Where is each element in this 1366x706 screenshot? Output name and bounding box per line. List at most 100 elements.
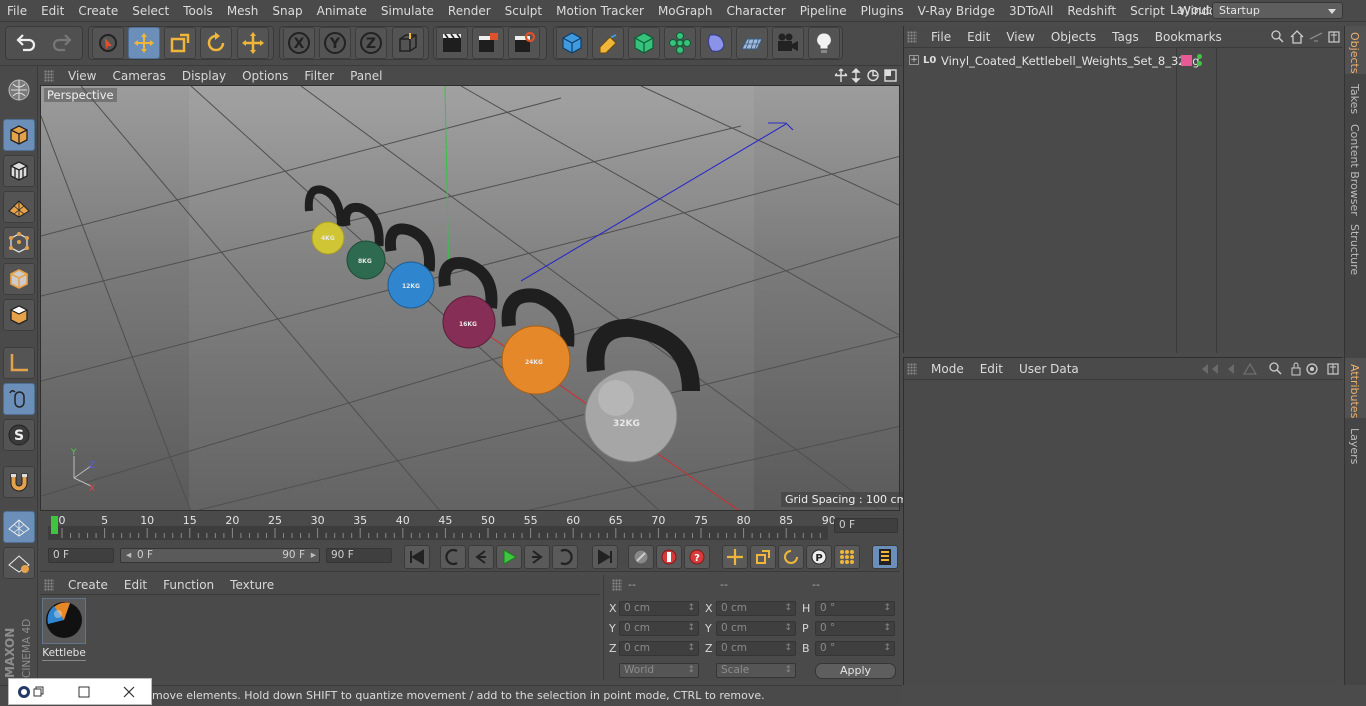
- menu-pipeline[interactable]: Pipeline: [793, 0, 854, 22]
- panel-grip[interactable]: [44, 578, 54, 591]
- maximize-icon[interactable]: [78, 686, 90, 698]
- panel-grip[interactable]: [44, 69, 54, 82]
- axis-mode-icon[interactable]: [3, 347, 35, 379]
- size-x-field[interactable]: 0 cm: [716, 601, 796, 616]
- tab-takes[interactable]: Takes: [1348, 84, 1361, 114]
- key-position-icon[interactable]: [722, 545, 748, 569]
- viewport-menu-view[interactable]: View: [60, 69, 104, 83]
- record-keys-icon[interactable]: [628, 545, 654, 569]
- restore-icon[interactable]: [33, 686, 45, 698]
- cube-icon[interactable]: [556, 27, 588, 59]
- menu-tools[interactable]: Tools: [176, 0, 220, 22]
- viewport-menu-panel[interactable]: Panel: [342, 69, 390, 83]
- menu-simulate[interactable]: Simulate: [374, 0, 441, 22]
- camera-icon[interactable]: [772, 27, 804, 59]
- y-axis-icon[interactable]: Y: [319, 27, 351, 59]
- size-y-field[interactable]: 0 cm: [716, 621, 796, 636]
- attributes-menu-mode[interactable]: Mode: [923, 362, 972, 376]
- rot-h-field[interactable]: 0 °: [815, 601, 895, 616]
- next-frame-icon[interactable]: [524, 545, 550, 569]
- panel-grip[interactable]: [907, 362, 917, 375]
- current-frame-field[interactable]: 0 F: [834, 518, 898, 533]
- tab-objects[interactable]: Objects: [1348, 32, 1361, 74]
- menu-edit[interactable]: Edit: [34, 0, 71, 22]
- menu-file[interactable]: File: [0, 0, 34, 22]
- floor-icon[interactable]: [736, 27, 768, 59]
- attributes-menu-user-data[interactable]: User Data: [1011, 362, 1087, 376]
- polygons-mode-icon[interactable]: [3, 299, 35, 331]
- menu-character[interactable]: Character: [719, 0, 792, 22]
- menu-create[interactable]: Create: [71, 0, 125, 22]
- objects-menu-edit[interactable]: Edit: [959, 30, 998, 44]
- coordinate-system-icon[interactable]: [392, 27, 424, 59]
- play-icon[interactable]: [496, 545, 522, 569]
- key-rotation-icon[interactable]: [778, 545, 804, 569]
- edges-mode-icon[interactable]: [3, 263, 35, 295]
- snapping-icon[interactable]: S: [3, 419, 35, 451]
- model-mode-icon[interactable]: [3, 119, 35, 151]
- pos-x-field[interactable]: 0 cm: [619, 601, 699, 616]
- menu-animate[interactable]: Animate: [310, 0, 374, 22]
- make-editable-icon[interactable]: [3, 74, 35, 106]
- objects-menu-file[interactable]: File: [923, 30, 959, 44]
- timeline-ruler[interactable]: 0 5 10 15 20 25 30 35 40 45 50 55 60 65 70 75 80 85 90 0 F: [40, 512, 900, 542]
- start-frame-field[interactable]: 0 F: [48, 548, 114, 563]
- size-z-field[interactable]: 0 cm: [716, 641, 796, 656]
- move-icon[interactable]: [128, 27, 160, 59]
- rot-p-field[interactable]: 0 °: [815, 621, 895, 636]
- menu-motion-tracker[interactable]: Motion Tracker: [549, 0, 651, 22]
- coordinate-mode-dropdown[interactable]: World: [619, 663, 699, 678]
- previous-key-icon[interactable]: [440, 545, 466, 569]
- render-picture-viewer-icon[interactable]: [472, 27, 504, 59]
- menu-mesh[interactable]: Mesh: [220, 0, 266, 22]
- redo-icon[interactable]: [46, 27, 78, 59]
- render-view-icon[interactable]: [436, 27, 468, 59]
- keyframe-selection-icon[interactable]: ?: [684, 545, 710, 569]
- material-swatch[interactable]: Kettlebe: [41, 597, 87, 661]
- menu-render[interactable]: Render: [441, 0, 498, 22]
- 3d-viewport[interactable]: 4KG 8KG 12KG 16KG 24KG 32KG Y Z X: [40, 85, 900, 511]
- attributes-menu-edit[interactable]: Edit: [972, 362, 1011, 376]
- cloner-icon[interactable]: [664, 27, 696, 59]
- menu-sculpt[interactable]: Sculpt: [498, 0, 549, 22]
- magnet-icon[interactable]: [3, 466, 35, 498]
- frame-range-slider[interactable]: ◂ 0 F 90 F ▸: [120, 548, 320, 563]
- pos-y-field[interactable]: 0 cm: [619, 621, 699, 636]
- viewport-camera-label[interactable]: Perspective: [44, 88, 117, 102]
- objects-menu-bookmarks[interactable]: Bookmarks: [1147, 30, 1230, 44]
- next-key-icon[interactable]: [552, 545, 578, 569]
- minimized-window-bar[interactable]: [8, 678, 152, 705]
- key-pla-icon[interactable]: [834, 545, 860, 569]
- scale-icon[interactable]: [164, 27, 196, 59]
- object-list-item[interactable]: + L0 Vinyl_Coated_Kettlebell_Weights_Set…: [906, 52, 1341, 70]
- panel-grip[interactable]: [907, 30, 917, 43]
- transform-icon[interactable]: [237, 27, 269, 59]
- deformer-icon[interactable]: [700, 27, 732, 59]
- object-name[interactable]: Vinyl_Coated_Kettlebell_Weights_Set_8_32…: [941, 52, 1200, 70]
- previous-frame-icon[interactable]: [468, 545, 494, 569]
- objects-menu-view[interactable]: View: [998, 30, 1042, 44]
- key-scale-icon[interactable]: [750, 545, 776, 569]
- z-axis-icon[interactable]: Z: [355, 27, 387, 59]
- expand-icon[interactable]: +: [909, 55, 919, 65]
- key-parameter-icon[interactable]: P: [806, 545, 832, 569]
- tab-content-browser[interactable]: Content Browser: [1348, 124, 1361, 216]
- rotate-icon[interactable]: [200, 27, 232, 59]
- menu-v-ray-bridge[interactable]: V-Ray Bridge: [911, 0, 1002, 22]
- menu-snap[interactable]: Snap: [265, 0, 309, 22]
- undo-icon[interactable]: [10, 27, 42, 59]
- material-menu-edit[interactable]: Edit: [116, 578, 155, 592]
- x-axis-icon[interactable]: X: [283, 27, 315, 59]
- texture-mode-icon[interactable]: [3, 155, 35, 187]
- light-icon[interactable]: [808, 27, 840, 59]
- render-visibility-dot-icon[interactable]: [1197, 61, 1202, 66]
- go-to-start-icon[interactable]: [404, 545, 430, 569]
- end-frame-field[interactable]: 90 F: [326, 548, 392, 563]
- go-to-end-icon[interactable]: [592, 545, 618, 569]
- rot-b-field[interactable]: 0 °: [815, 641, 895, 656]
- tab-structure[interactable]: Structure: [1348, 224, 1361, 275]
- panel-grip[interactable]: [612, 579, 622, 591]
- object-manager-nav-icons[interactable]: [1270, 29, 1342, 45]
- menu-plugins[interactable]: Plugins: [854, 0, 911, 22]
- layer-color-tag-icon[interactable]: [1181, 55, 1192, 66]
